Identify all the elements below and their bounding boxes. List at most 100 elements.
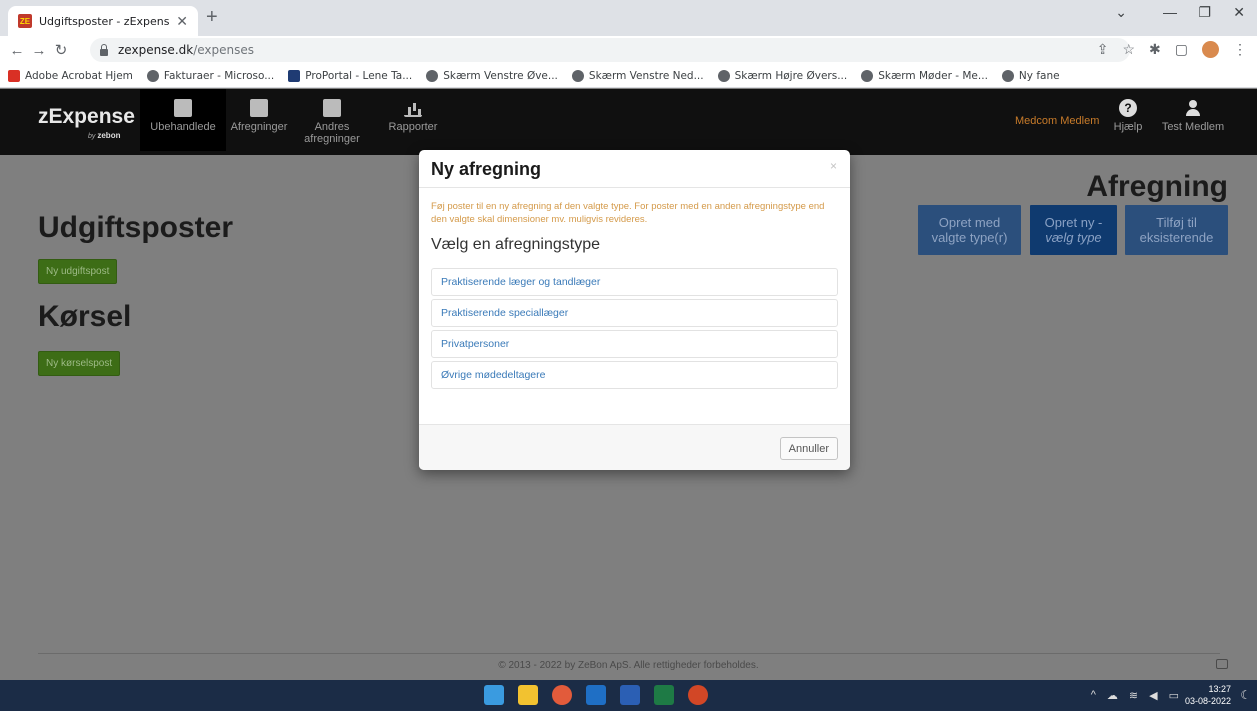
restore-icon[interactable]: ❐ [1198,4,1211,21]
browser-menu-icon[interactable]: ⋮ [1233,41,1247,58]
url-host: zexpense.dk [118,43,194,57]
type-option-privatpersoner[interactable]: Privatpersoner [431,330,838,358]
footer-save-icon[interactable] [1216,659,1228,669]
modal-title: Ny afregning [431,159,542,179]
side-panel-icon[interactable]: ▢ [1175,41,1188,58]
tab-close-icon[interactable]: ✕ [176,13,188,30]
modal-close-icon[interactable]: × [830,159,837,173]
file-explorer-icon[interactable] [518,685,538,705]
nav-label: Afregninger [230,121,288,133]
inbox-icon [174,99,192,117]
organization-link[interactable]: Medcom Medlem [1015,115,1099,127]
udgiftsposter-heading: Udgiftsposter [38,211,233,244]
onedrive-icon[interactable]: ☁ [1107,689,1118,702]
battery-icon[interactable]: ▭ [1169,689,1179,702]
bookmark-skaerm-moder[interactable]: Skærm Møder - Me... [861,69,988,82]
reload-icon[interactable]: ↻ [50,41,72,59]
profile-avatar[interactable] [1202,41,1219,58]
logo-text: zExpense [38,105,135,128]
cancel-button[interactable]: Annuller [779,437,838,460]
settlement-type-list: Praktiserende læger og tandlæger Praktis… [431,268,838,392]
bookmarks-bar: Adobe Acrobat Hjem Fakturaer - Microso..… [0,64,1257,88]
globe-icon [426,69,439,82]
word-icon[interactable] [620,685,640,705]
minimize-icon[interactable]: — [1163,4,1177,20]
user-icon [1184,99,1202,117]
documents-icon [323,99,341,117]
browser-toolbar: ← → ↻ zexpense.dk/expenses ⇪ ☆ ✱ ▢ ⋮ [0,36,1257,64]
nav-ubehandlede[interactable]: Ubehandlede [140,89,226,151]
type-option-laeger-tandlaeger[interactable]: Praktiserende læger og tandlæger [431,268,838,296]
window-close-icon[interactable]: ✕ [1233,4,1245,21]
modal-header: Ny afregning × [419,150,850,188]
bookmark-ny-fane[interactable]: Ny fane [1001,69,1060,82]
globe-icon [1001,69,1014,82]
bookmark-star-icon[interactable]: ☆ [1122,41,1135,58]
logo-byline: by zebon [88,131,121,140]
zexpense-favicon-icon: ZE [18,14,32,28]
modal-note: Føj poster til en ny afregning af den va… [431,201,825,225]
volume-icon[interactable]: ◀ [1149,689,1157,702]
globe-icon [861,69,874,82]
app-navbar: zExpense by zebon Ubehandlede Afregninge… [0,89,1257,155]
create-with-selected-types-button[interactable]: Opret med valgte type(r) [918,205,1021,255]
nav-afregninger[interactable]: Afregninger [226,89,292,151]
url-path: /expenses [193,43,255,57]
bookmark-skaerm-venstre-ned[interactable]: Skærm Venstre Ned... [571,69,704,82]
new-tab-icon[interactable]: + [206,7,218,27]
tab-title: Udgiftsposter - zExpense [39,14,170,28]
new-mileage-button[interactable]: Ny kørselspost [38,351,121,376]
nav-label: Ubehandlede [150,121,216,133]
bookmark-adobe[interactable]: Adobe Acrobat Hjem [8,69,133,82]
powerpoint-icon[interactable] [688,685,708,705]
nav-label: Andres afregninger [304,121,360,145]
system-clock[interactable]: 13:27 03-08-2022 [1185,683,1231,707]
modal-body: Føj poster til en ny afregning af den va… [419,188,850,392]
nav-label: Test Medlem [1161,121,1225,133]
korsel-heading: Kørsel [38,300,132,333]
notifications-icon[interactable]: ☾ [1240,688,1251,702]
os-taskbar: ^ ☁ ≋ ◀ ▭ 13:27 03-08-2022 ☾ [0,680,1257,711]
bookmark-proportal[interactable]: ProPortal - Lene Ta... [288,69,412,82]
globe-icon [571,69,584,82]
nav-rapporter[interactable]: Rapporter [378,89,448,151]
back-icon[interactable]: ← [6,42,28,59]
browser-tab[interactable]: ZE Udgiftsposter - zExpense ✕ [8,6,198,36]
windows-start-icon[interactable] [484,685,504,705]
bookmark-skaerm-venstre-ove[interactable]: Skærm Venstre Øve... [426,69,558,82]
nav-label: Hjælp [1113,121,1143,133]
nav-help[interactable]: ? Hjælp [1105,89,1151,151]
chart-icon [404,99,422,117]
extensions-icon[interactable]: ✱ [1149,41,1161,58]
bookmark-fakturaer[interactable]: Fakturaer - Microso... [146,69,274,82]
footer-divider [38,653,1220,654]
document-icon [250,99,268,117]
modal-footer: Annuller [419,424,850,470]
chrome-icon[interactable] [552,685,572,705]
nav-user[interactable]: Test Medlem [1156,89,1230,151]
create-new-choose-type-button[interactable]: Opret ny - vælg type [1030,205,1117,255]
help-icon: ? [1119,99,1137,117]
share-icon[interactable]: ⇪ [1097,41,1109,58]
add-to-existing-button[interactable]: Tilføj til eksisterende [1125,205,1228,255]
excel-icon[interactable] [654,685,674,705]
tab-search-chevron-icon[interactable]: ⌄ [1115,4,1127,21]
bookmark-skaerm-hojre-overs[interactable]: Skærm Højre Øvers... [717,69,847,82]
type-option-speciallaeger[interactable]: Praktiserende speciallæger [431,299,838,327]
wifi-icon[interactable]: ≋ [1129,689,1138,702]
new-expense-button[interactable]: Ny udgiftspost [38,259,118,284]
forward-icon[interactable]: → [28,42,50,59]
address-bar[interactable]: zexpense.dk/expenses [90,38,1130,62]
browser-tab-bar: ZE Udgiftsposter - zExpense ✕ + ⌄ — ❐ ✕ [0,0,1257,36]
zexpense-logo[interactable]: zExpense by zebon [38,105,135,140]
nav-andres-afregninger[interactable]: Andres afregninger [292,89,372,151]
tray-chevron-up-icon[interactable]: ^ [1091,689,1096,702]
modal-subtitle: Vælg en afregningstype [431,236,600,253]
outlook-icon[interactable] [586,685,606,705]
lock-icon [98,44,110,56]
globe-icon [717,69,730,82]
type-option-ovrige-modedeltagere[interactable]: Øvrige mødedeltagere [431,361,838,389]
adobe-icon [8,69,20,82]
globe-icon [146,69,159,82]
nav-label: Rapporter [388,121,438,133]
